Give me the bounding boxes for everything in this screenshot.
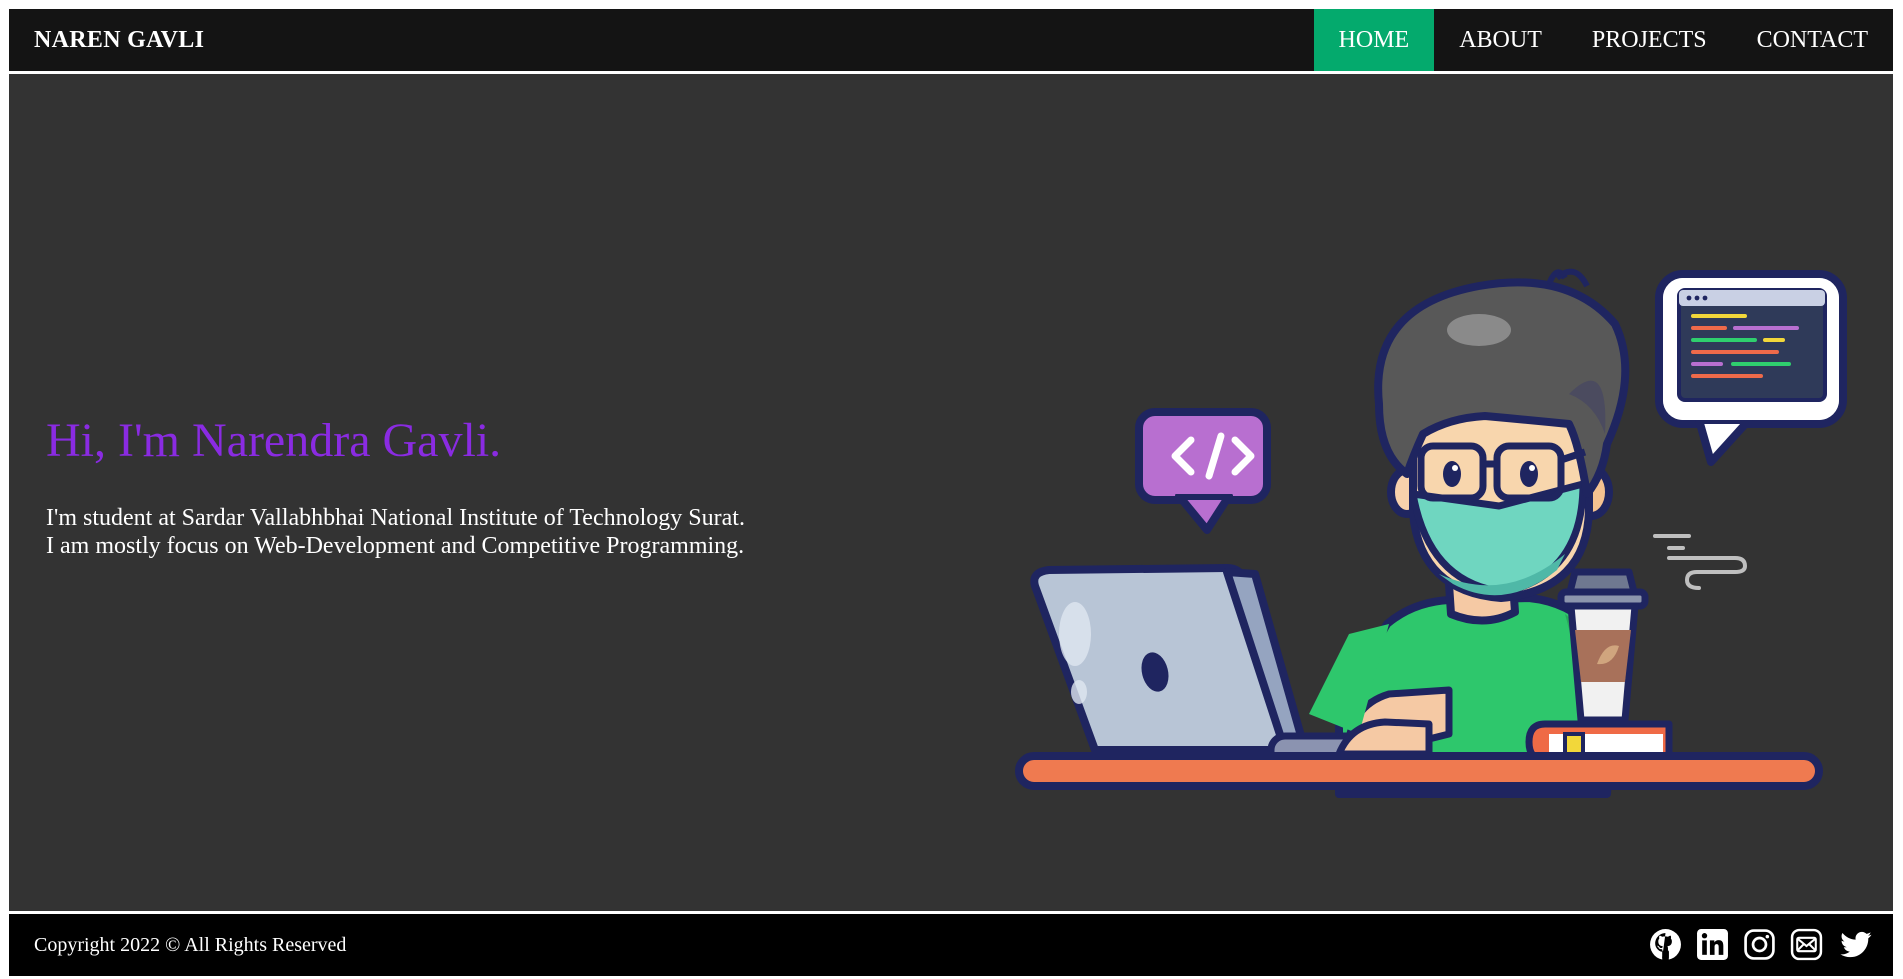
footer: Copyright 2022 © All Rights Reserved bbox=[9, 914, 1893, 976]
steam-lines bbox=[1653, 534, 1748, 590]
desk-surface bbox=[1015, 752, 1823, 790]
hero-section: Hi, I'm Narendra Gavli. I'm student at S… bbox=[9, 74, 1893, 911]
github-icon[interactable] bbox=[1649, 928, 1682, 961]
screen-bubble-icon bbox=[1655, 270, 1847, 466]
nav-item-contact[interactable]: CONTACT bbox=[1732, 9, 1893, 71]
brand-name[interactable]: NAREN GAVLI bbox=[34, 9, 204, 71]
nav-item-projects[interactable]: PROJECTS bbox=[1567, 9, 1732, 71]
navbar: NAREN GAVLI HOME ABOUT PROJECTS CONTACT bbox=[9, 9, 1893, 71]
instagram-icon[interactable] bbox=[1743, 928, 1776, 961]
developer-illustration bbox=[1015, 268, 1847, 798]
twitter-icon[interactable] bbox=[1837, 928, 1875, 961]
hero-headline: Hi, I'm Narendra Gavli. bbox=[46, 414, 502, 467]
social-links bbox=[1649, 928, 1875, 961]
copyright-text: Copyright 2022 © All Rights Reserved bbox=[34, 934, 347, 956]
hero-intro: I'm student at Sardar Vallabhbhai Nation… bbox=[46, 504, 745, 560]
intro-line-2: I am mostly focus on Web-Development and… bbox=[46, 533, 745, 559]
intro-line-1: I'm student at Sardar Vallabhbhai Nation… bbox=[46, 505, 745, 531]
code-bubble-icon bbox=[1135, 408, 1271, 534]
nav-menu: HOME ABOUT PROJECTS CONTACT bbox=[1313, 9, 1893, 71]
linkedin-icon[interactable] bbox=[1696, 928, 1729, 961]
email-icon[interactable] bbox=[1790, 928, 1823, 961]
nav-item-about[interactable]: ABOUT bbox=[1434, 9, 1567, 71]
nav-item-home[interactable]: HOME bbox=[1313, 9, 1435, 71]
